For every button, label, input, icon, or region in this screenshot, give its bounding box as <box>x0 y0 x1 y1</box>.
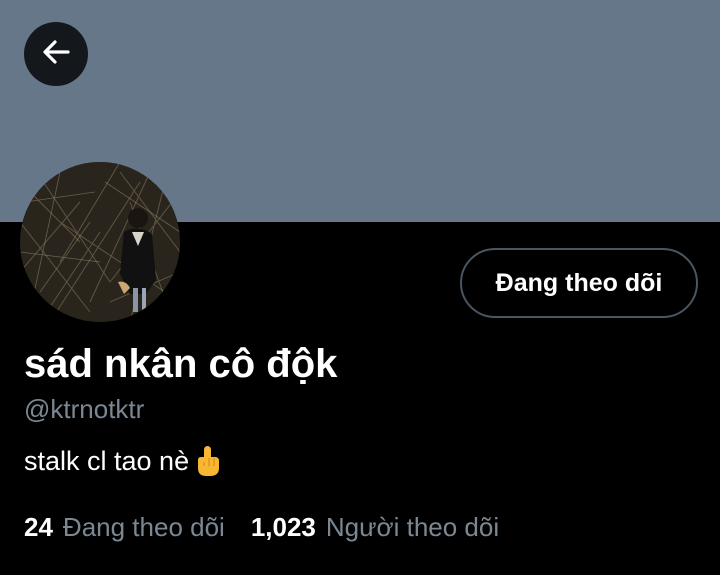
followers-stat[interactable]: 1,023 Người theo dõi <box>251 512 499 543</box>
arrow-left-icon <box>40 36 72 73</box>
following-stat[interactable]: 24 Đang theo dõi <box>24 512 225 543</box>
followers-count: 1,023 <box>250 512 316 542</box>
following-label: Đang theo dõi <box>62 512 225 542</box>
profile-stats: 24 Đang theo dõi 1,023 Người theo dõi <box>24 512 499 543</box>
display-name: sád nkân cô độk <box>24 342 338 386</box>
back-button[interactable] <box>24 22 88 86</box>
profile-page: Đang theo dõi sád nkân cô độk @ktrnotktr… <box>0 0 720 575</box>
bio-text: stalk cl tao nè <box>24 445 190 476</box>
following-button-label: Đang theo dõi <box>495 268 663 297</box>
followers-label: Người theo dõi <box>325 512 500 542</box>
pointing-up-finger-emoji-icon <box>193 444 223 478</box>
following-count: 24 <box>24 512 53 542</box>
following-button[interactable]: Đang theo dõi <box>460 248 698 318</box>
bio: stalk cl tao nè <box>24 444 223 478</box>
avatar[interactable] <box>20 162 180 322</box>
handle: @ktrnotktr <box>24 394 145 424</box>
